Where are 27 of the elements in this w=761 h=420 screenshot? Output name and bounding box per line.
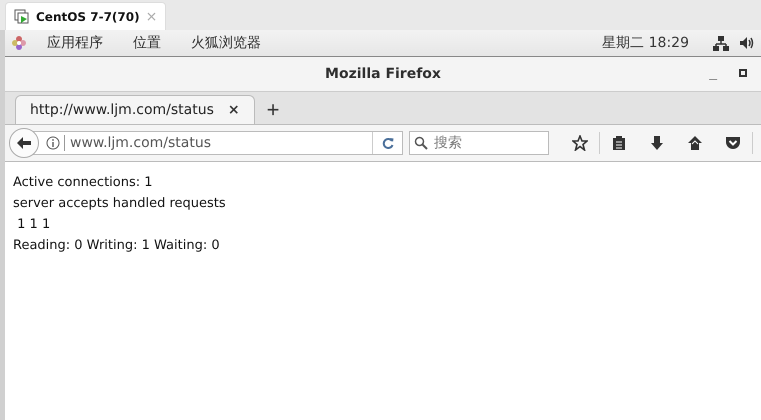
network-icon[interactable]: [713, 35, 729, 51]
reload-icon: [382, 137, 394, 149]
new-tab-button[interactable]: +: [262, 98, 284, 124]
status-line: Active connections: 1: [13, 174, 154, 192]
clock[interactable]: 星期二 18:29: [602, 34, 689, 52]
vm-tab-title: CentOS 7-7(70): [36, 10, 140, 24]
close-icon[interactable]: ×: [228, 102, 240, 118]
flower-icon: [11, 35, 27, 51]
vm-tab[interactable]: CentOS 7-7(70) ×: [5, 2, 166, 30]
window-title: Mozilla Firefox: [325, 66, 441, 82]
url-field[interactable]: www.ljm.com/status: [33, 131, 403, 155]
top-menu[interactable]: 应用程序: [37, 34, 113, 52]
status-line: 1 1 1: [16, 216, 52, 234]
browser-tab[interactable]: http://www.ljm.com/status ×: [15, 95, 255, 124]
top-menu[interactable]: 位置: [123, 34, 171, 52]
tab-title: http://www.ljm.com/status: [30, 102, 214, 118]
info-icon[interactable]: [46, 136, 60, 150]
volume-icon[interactable]: [739, 35, 755, 51]
vm-icon: [14, 8, 30, 24]
status-line: server accepts handled requests: [13, 195, 227, 213]
back-arrow-icon: [16, 136, 32, 150]
back-button[interactable]: [9, 128, 39, 158]
minimize-button[interactable]: _: [709, 65, 717, 81]
maximize-icon[interactable]: [739, 69, 747, 77]
status-line: Reading: 0 Writing: 1 Waiting: 0: [13, 237, 221, 255]
top-menu[interactable]: 火狐浏览器: [181, 34, 271, 52]
search-field[interactable]: 搜索: [409, 131, 549, 155]
